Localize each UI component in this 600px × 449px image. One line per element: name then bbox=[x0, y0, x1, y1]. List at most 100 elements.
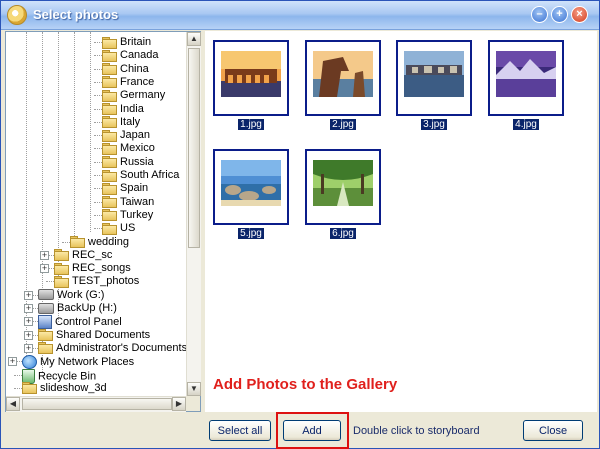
tree-item-label: Mexico bbox=[120, 142, 155, 155]
photo-thumbnail[interactable]: 2.jpg bbox=[305, 40, 381, 130]
photo-thumbnail[interactable]: 5.jpg bbox=[213, 149, 289, 239]
horizontal-scroll-thumb[interactable] bbox=[22, 398, 172, 410]
photo-filename: 6.jpg bbox=[330, 228, 356, 239]
tree-item[interactable]: REC_sc bbox=[54, 249, 112, 262]
drive-icon bbox=[38, 289, 54, 301]
tree-item[interactable]: Taiwan bbox=[102, 196, 154, 209]
tree-item[interactable]: Recycle Bin bbox=[22, 368, 97, 384]
tree-item[interactable]: wedding bbox=[70, 236, 129, 249]
tree-item[interactable]: France bbox=[102, 76, 154, 89]
folder-icon bbox=[102, 182, 117, 195]
photo-filename: 5.jpg bbox=[238, 228, 264, 239]
tree-item[interactable]: China bbox=[102, 63, 149, 76]
expand-toggle[interactable]: + bbox=[8, 357, 17, 367]
thumbnail-frame bbox=[488, 40, 564, 116]
tree-item[interactable]: TEST_photos bbox=[54, 275, 139, 288]
folder-icon bbox=[102, 169, 117, 182]
tree-item[interactable]: Spain bbox=[102, 182, 148, 195]
expand-toggle[interactable]: + bbox=[24, 330, 33, 340]
scroll-up-button[interactable]: ▲ bbox=[187, 32, 201, 46]
folder-icon bbox=[102, 156, 117, 169]
tree-guide-line bbox=[94, 214, 102, 216]
folder-tree[interactable]: Britain Canada China France Germany India Ital… bbox=[6, 32, 186, 396]
tree-item[interactable]: Turkey bbox=[102, 209, 153, 222]
close-button[interactable]: Close bbox=[523, 420, 583, 441]
folder-icon bbox=[102, 103, 117, 116]
maximize-button[interactable]: + bbox=[551, 6, 568, 23]
folder-icon bbox=[102, 89, 117, 102]
tree-item[interactable]: Germany bbox=[102, 89, 165, 102]
select-photos-dialog: Select photos – + × Britain Canada China Fr… bbox=[0, 0, 600, 449]
title-bar[interactable]: Select photos – + × bbox=[1, 1, 599, 30]
scroll-right-button[interactable]: ▶ bbox=[172, 397, 186, 411]
folder-tree-pane: Britain Canada China France Germany India Ital… bbox=[5, 31, 201, 412]
folder-icon bbox=[102, 63, 117, 76]
photo-filename: 2.jpg bbox=[330, 119, 356, 130]
vertical-scroll-thumb[interactable] bbox=[188, 48, 200, 248]
minimize-button[interactable]: – bbox=[531, 6, 548, 23]
tree-item-label: France bbox=[120, 75, 155, 88]
tree-guide-line bbox=[94, 201, 102, 203]
expand-toggle[interactable]: + bbox=[24, 304, 33, 313]
tree-item[interactable]: Control Panel bbox=[38, 315, 122, 330]
tree-vertical-scrollbar[interactable]: ▲ ▼ bbox=[186, 32, 201, 396]
thumbnail-label-row: 2.jpg bbox=[305, 118, 381, 130]
folder-icon bbox=[38, 329, 53, 342]
tree-item-label: Britain bbox=[120, 36, 152, 48]
tree-item[interactable]: Canada bbox=[102, 49, 159, 62]
tree-item[interactable]: Italy bbox=[102, 116, 140, 129]
tree-item-label: TEST_photos bbox=[72, 275, 140, 288]
tree-item-label: Control Panel bbox=[55, 316, 122, 329]
expand-toggle[interactable]: + bbox=[24, 317, 33, 327]
photo-filename: 1.jpg bbox=[238, 119, 264, 130]
tree-item[interactable]: Britain bbox=[102, 36, 151, 49]
tree-item[interactable]: Administrator's Documents bbox=[38, 342, 186, 355]
tree-item[interactable]: Japan bbox=[102, 129, 150, 142]
scroll-left-button[interactable]: ◀ bbox=[6, 397, 20, 411]
select-all-button[interactable]: Select all bbox=[209, 420, 271, 441]
folder-icon bbox=[102, 222, 117, 235]
expand-toggle[interactable]: + bbox=[24, 343, 33, 353]
tree-item[interactable]: BackUp (H:) bbox=[38, 302, 117, 315]
tree-item[interactable]: Work (G:) bbox=[38, 289, 104, 302]
tree-guide-line bbox=[94, 161, 102, 163]
tree-item[interactable]: US bbox=[102, 222, 135, 235]
photo-thumbnail[interactable]: 1.jpg bbox=[213, 40, 289, 130]
close-window-button[interactable]: × bbox=[571, 6, 588, 23]
close-icon: × bbox=[576, 8, 583, 20]
photo-thumbnail[interactable]: 4.jpg bbox=[488, 40, 564, 130]
tree-item[interactable]: Shared Documents bbox=[38, 329, 150, 342]
tree-item[interactable]: Mexico bbox=[102, 142, 155, 155]
photo-thumbnail[interactable]: 3.jpg bbox=[396, 40, 472, 130]
tree-item[interactable]: Russia bbox=[102, 156, 154, 169]
scroll-down-button[interactable]: ▼ bbox=[187, 382, 201, 396]
expand-toggle[interactable]: + bbox=[24, 290, 33, 300]
tree-guide-line bbox=[14, 387, 22, 389]
tree-item-label: Japan bbox=[120, 129, 150, 142]
tree-item[interactable]: slideshow_3d bbox=[22, 382, 107, 395]
tree-item[interactable]: India bbox=[102, 103, 144, 116]
tree-item-label: Germany bbox=[120, 89, 166, 102]
gallery-caption: Add Photos to the Gallery bbox=[213, 376, 398, 393]
thumbnail-frame bbox=[305, 149, 381, 225]
tree-item-label: Recycle Bin bbox=[38, 369, 97, 382]
photo-image bbox=[404, 51, 464, 97]
tree-item-label: Spain bbox=[120, 182, 149, 195]
add-button[interactable]: Add bbox=[283, 420, 341, 441]
tree-item-label: REC_songs bbox=[72, 262, 131, 275]
expand-toggle[interactable]: + bbox=[40, 264, 49, 274]
tree-item[interactable]: South Africa bbox=[102, 169, 179, 182]
folder-icon bbox=[70, 236, 85, 249]
tree-item[interactable]: REC_songs bbox=[54, 262, 131, 275]
tree-item[interactable]: My Network Places bbox=[22, 355, 134, 370]
thumbnail-label-row: 6.jpg bbox=[305, 227, 381, 239]
tree-guide-line bbox=[46, 281, 54, 283]
tree-item-label: South Africa bbox=[120, 169, 180, 181]
photo-thumbnail[interactable]: 6.jpg bbox=[305, 149, 381, 239]
expand-toggle[interactable]: + bbox=[40, 250, 49, 260]
tree-horizontal-scrollbar[interactable]: ◀ ▶ bbox=[6, 396, 186, 412]
thumbnail-label-row: 5.jpg bbox=[213, 227, 289, 239]
photo-gallery: 1.jpg 2.jpg 3.jpg 4.jpg 5.jpg 6.jpg Add Photo… bbox=[205, 31, 597, 412]
control-panel-icon bbox=[38, 315, 52, 330]
tree-guide-line bbox=[94, 175, 102, 176]
